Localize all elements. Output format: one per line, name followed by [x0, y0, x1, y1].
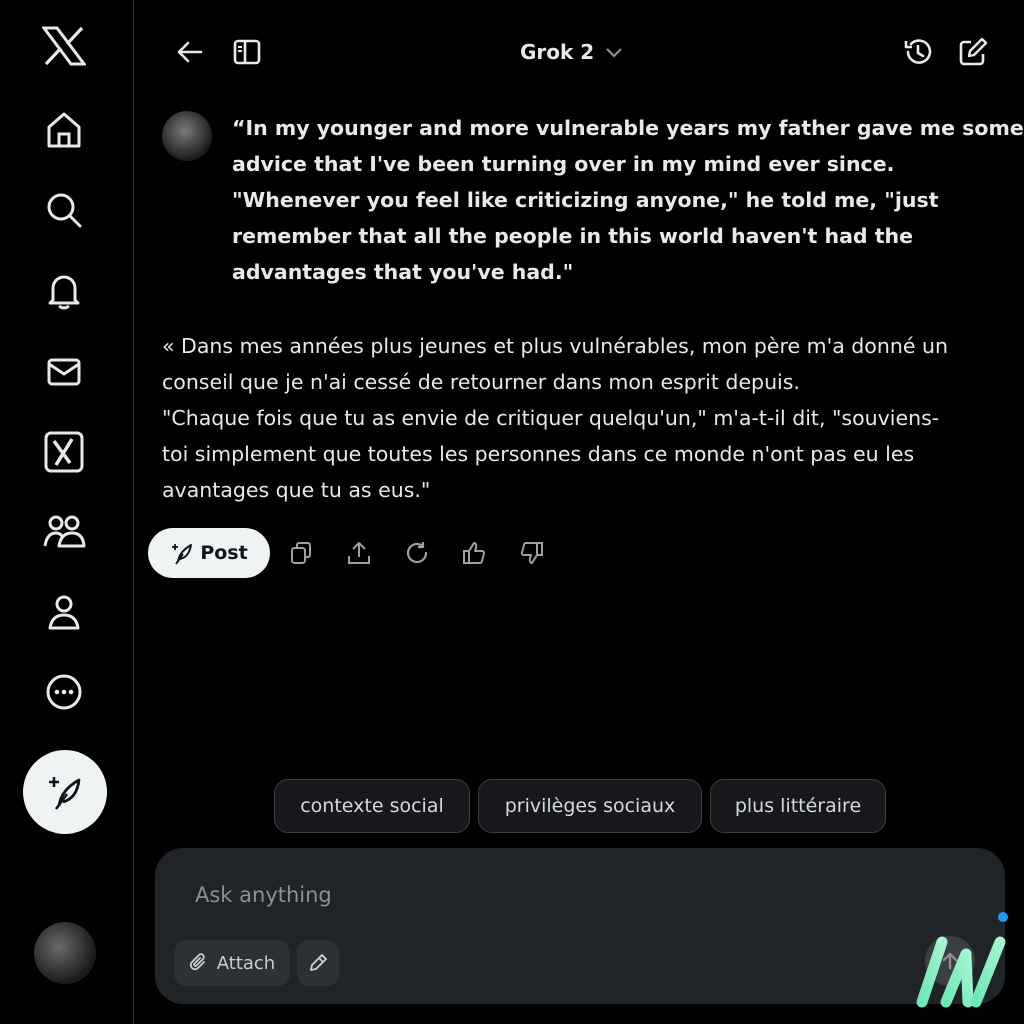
share-icon[interactable]: [342, 536, 376, 570]
suggestion-chip[interactable]: privilèges sociaux: [478, 779, 702, 833]
assistant-message-line: conseil que je n'ai cessé de retourner d…: [162, 370, 800, 394]
attach-label: Attach: [216, 952, 276, 974]
feather-plus-icon: [45, 772, 85, 812]
suggestion-chip[interactable]: plus littéraire: [710, 779, 886, 833]
sidebar-panel-icon[interactable]: [227, 32, 267, 72]
new-chat-icon[interactable]: [953, 32, 993, 72]
person-icon[interactable]: [32, 580, 96, 644]
home-icon[interactable]: [32, 98, 96, 162]
user-message-line: advantages that you've had.": [232, 260, 574, 284]
assistant-message: « Dans mes années plus jeunes et plus vu…: [162, 328, 1002, 508]
grok-icon[interactable]: [32, 420, 96, 484]
more-circle-icon[interactable]: [32, 660, 96, 724]
model-selector[interactable]: Grok 2: [520, 36, 624, 68]
account-avatar[interactable]: [34, 922, 96, 984]
people-icon[interactable]: [32, 500, 96, 564]
user-avatar: [162, 111, 212, 161]
assistant-message-line: « Dans mes années plus jeunes et plus vu…: [162, 334, 948, 358]
mail-icon[interactable]: [32, 340, 96, 404]
paperclip-icon: [189, 953, 209, 973]
chevron-down-icon: [604, 45, 624, 59]
assistant-message-line: avantages que tu as eus.": [162, 478, 431, 502]
assistant-message-line: toi simplement que toutes les personnes …: [162, 442, 915, 466]
composer: Attach: [155, 848, 1005, 1004]
assistant-message-line: "Chaque fois que tu as envie de critique…: [162, 406, 940, 430]
ask-input[interactable]: [193, 876, 937, 914]
user-message-line: "Whenever you feel like criticizing anyo…: [232, 188, 939, 212]
watermark-logo: [916, 934, 1008, 1008]
x-logo-icon[interactable]: [32, 14, 96, 78]
post-label: Post: [200, 542, 248, 564]
draw-button[interactable]: [297, 940, 339, 986]
thumbs-down-icon[interactable]: [515, 536, 549, 570]
thumbs-up-icon[interactable]: [457, 536, 491, 570]
history-icon[interactable]: [898, 32, 938, 72]
search-icon[interactable]: [32, 178, 96, 242]
post-button[interactable]: Post: [148, 528, 270, 578]
compose-post-button[interactable]: [23, 750, 107, 834]
copy-icon[interactable]: [284, 536, 318, 570]
attach-button[interactable]: Attach: [174, 940, 290, 986]
user-message: “In my younger and more vulnerable years…: [232, 110, 1024, 290]
user-message-line: remember that all the people in this wor…: [232, 224, 914, 248]
regenerate-icon[interactable]: [400, 536, 434, 570]
model-label: Grok 2: [520, 40, 595, 64]
back-arrow-icon[interactable]: [170, 32, 210, 72]
pen-icon: [307, 952, 329, 974]
suggestion-chip[interactable]: contexte social: [274, 779, 470, 833]
status-dot: [998, 912, 1008, 922]
bell-icon[interactable]: [32, 258, 96, 322]
sidebar: [0, 0, 134, 1024]
feather-plus-icon: [170, 541, 194, 565]
user-message-line: “In my younger and more vulnerable years…: [232, 116, 1024, 140]
user-message-line: advice that I've been turning over in my…: [232, 152, 895, 176]
